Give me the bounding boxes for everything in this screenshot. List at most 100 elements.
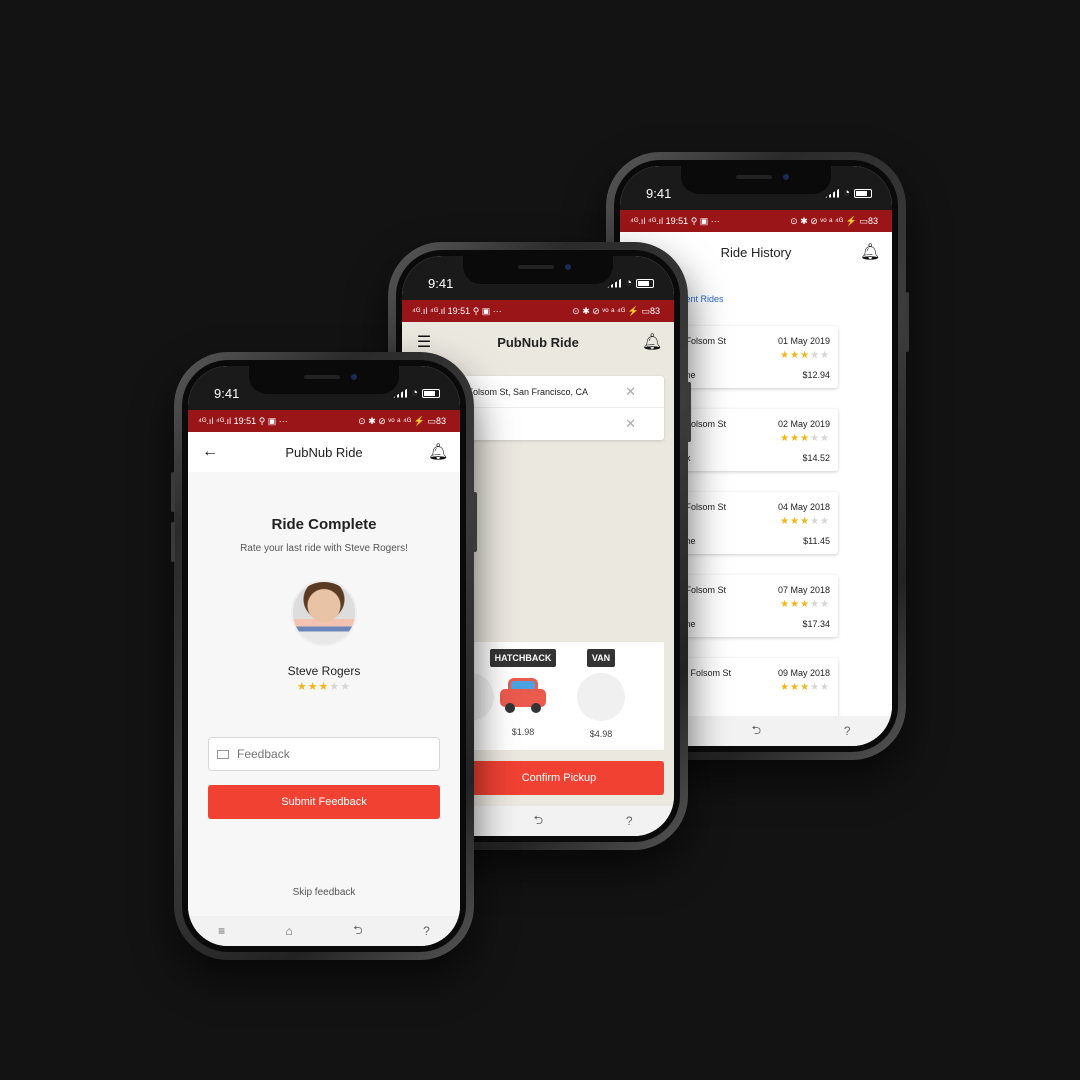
history-card[interactable]: 8 Folsom St 07 May 2018 ★★★★★ ome $17.34 <box>672 575 838 637</box>
car-option-hatchback[interactable]: HATCHBACK $1.98 <box>488 648 558 737</box>
volume-button <box>171 472 175 512</box>
screen: 9:41 ◔ ⁴ᴳ.ıl ⁴ᴳ.ıl 19:51 ⚲ ▣ ··· ⊙ ✱ ⊘ ᵛ… <box>188 366 460 946</box>
car-price: $4.98 <box>589 729 613 739</box>
ride-date: 02 May 2019 <box>777 419 830 429</box>
ride-complete-panel: Ride Complete Rate your last ride with S… <box>188 472 460 916</box>
android-status-left: ⁴ᴳ.ıl ⁴ᴳ.ıl 19:51 ⚲ ▣ ··· <box>630 215 720 226</box>
history-card[interactable]: 8 Folsom St 01 May 2019 ★★★★★ ome $12.94 <box>672 326 838 388</box>
page-title: PubNub Ride <box>497 334 579 350</box>
driver-name: Steve Rogers <box>287 664 361 678</box>
battery-icon <box>636 278 654 288</box>
android-status-bar: ⁴ᴳ.ıl ⁴ᴳ.ıl 19:51 ⚲ ▣ ··· ⊙ ✱ ⊘ ᵛᵒ ᵃ ⁴ᴳ … <box>188 410 460 432</box>
mail-icon <box>217 749 229 759</box>
status-time: 9:41 <box>214 386 240 401</box>
power-button <box>687 382 691 442</box>
back-nav-icon[interactable]: ⮌ <box>751 721 761 742</box>
app-header: ☰ PubNub Ride 🔔︎ <box>402 322 674 362</box>
ride-fare: $11.45 <box>803 536 830 546</box>
ride-fare: $14.52 <box>802 453 830 463</box>
car-options: HATCHBACK $1.98 VAN $4.98 <box>446 642 664 750</box>
android-status-right: ⊙ ✱ ⊘ ᵛᵒ ᵃ ⁴ᴳ ⚡ ▭83 <box>790 215 878 226</box>
confirm-pickup-button[interactable]: Confirm Pickup <box>454 761 664 795</box>
nav-menu-icon[interactable]: ≡ <box>218 924 225 938</box>
ride-complete-title: Ride Complete <box>271 516 377 533</box>
page-title: Ride History <box>720 244 792 260</box>
ride-date: 04 May 2018 <box>777 502 830 512</box>
car-type-label: HATCHBACK <box>489 649 557 667</box>
rating-stars: ★★★★★ <box>780 682 830 693</box>
bell-icon[interactable]: 🔔︎ <box>428 442 448 462</box>
volume-button <box>171 522 175 562</box>
van-icon <box>577 673 625 721</box>
wifi-icon: ◔ <box>625 277 632 289</box>
pickup-address: 5 Folsom St, San Francisco, CA <box>460 386 589 397</box>
rating-stars[interactable]: ★★★★★ <box>188 680 460 693</box>
wifi-icon: ◔ <box>411 387 418 399</box>
bell-icon[interactable]: 🔔︎ <box>642 332 662 352</box>
android-status-left: ⁴ᴳ.ıl ⁴ᴳ.ıl 19:51 ⚲ ▣ ··· <box>198 415 288 426</box>
help-icon[interactable]: ? <box>844 724 851 738</box>
signal-icon <box>825 188 840 198</box>
close-icon[interactable]: ✕ <box>625 384 636 400</box>
address-card: 5 Folsom St, San Francisco, CA ✕ me ✕ <box>454 376 664 440</box>
driver-avatar <box>291 580 357 646</box>
battery-icon <box>854 188 872 198</box>
car-price: $1.98 <box>511 727 535 737</box>
android-nav-bar: ≡ ⌂ ⮌ ? <box>188 916 460 946</box>
ride-fare: $17.34 <box>802 619 830 629</box>
back-nav-icon[interactable]: ⮌ <box>533 811 543 832</box>
wifi-icon: ◔ <box>843 187 850 199</box>
feedback-input[interactable] <box>237 747 431 761</box>
status-time: 9:41 <box>646 186 672 201</box>
rating-stars: ★★★★★ <box>780 516 830 527</box>
ride-fare: $12.94 <box>802 370 830 380</box>
power-button <box>905 292 909 352</box>
history-card[interactable]: 25 Folsom St 09 May 2018 ★★★★★ <box>672 658 838 720</box>
notch <box>249 366 399 394</box>
app-header: ← PubNub Ride 🔔︎ <box>188 432 460 472</box>
ios-status-bar: 9:41 ◔ <box>402 256 674 300</box>
notch <box>681 166 831 194</box>
page-title: PubNub Ride <box>285 444 363 460</box>
android-status-left: ⁴ᴳ.ıl ⁴ᴳ.ıl 19:51 ⚲ ▣ ··· <box>412 305 502 316</box>
car-type-label: VAN <box>586 649 616 667</box>
phone-ride-complete: 9:41 ◔ ⁴ᴳ.ıl ⁴ᴳ.ıl 19:51 ⚲ ▣ ··· ⊙ ✱ ⊘ ᵛ… <box>171 352 477 960</box>
bell-icon[interactable]: 🔔︎ <box>860 242 880 262</box>
hatchback-car-icon <box>498 675 548 715</box>
ride-date: 07 May 2018 <box>777 585 830 595</box>
back-nav-icon[interactable]: ⮌ <box>353 921 363 942</box>
android-status-bar: ⁴ᴳ.ıl ⁴ᴳ.ıl 19:51 ⚲ ▣ ··· ⊙ ✱ ⊘ ᵛᵒ ᵃ ⁴ᴳ … <box>620 210 892 232</box>
ios-status-bar: 9:41 ◔ <box>620 166 892 210</box>
ride-date: 01 May 2019 <box>777 336 830 346</box>
back-arrow-icon[interactable]: ← <box>200 443 220 461</box>
signal-icon <box>607 278 622 288</box>
power-button <box>473 492 477 552</box>
close-icon[interactable]: ✕ <box>625 416 636 432</box>
notch <box>463 256 613 284</box>
rating-stars: ★★★★★ <box>780 433 830 444</box>
signal-icon <box>393 388 408 398</box>
rate-prompt: Rate your last ride with Steve Rogers! <box>240 543 408 554</box>
recent-rides-tab[interactable]: ecent Rides <box>676 294 892 304</box>
rating-stars: ★★★★★ <box>780 350 830 361</box>
history-card[interactable]: 5 Folsom St 02 May 2019 ★★★★★ ork $14.52 <box>672 409 838 471</box>
ios-status-bar: 9:41 ◔ <box>188 366 460 410</box>
dropoff-field[interactable]: me ✕ <box>454 408 664 440</box>
help-icon[interactable]: ? <box>423 924 430 938</box>
rating-stars: ★★★★★ <box>780 599 830 610</box>
pickup-field[interactable]: 5 Folsom St, San Francisco, CA ✕ <box>454 376 664 408</box>
submit-feedback-button[interactable]: Submit Feedback <box>208 785 440 819</box>
hamburger-menu-icon[interactable]: ☰ <box>414 332 434 352</box>
history-card[interactable]: 8 Folsom St 04 May 2018 ★★★★★ ome $11.45 <box>672 492 838 554</box>
android-status-right: ⊙ ✱ ⊘ ᵛᵒ ᵃ ⁴ᴳ ⚡ ▭83 <box>572 305 660 316</box>
car-option-van[interactable]: VAN $4.98 <box>576 648 626 739</box>
android-status-right: ⊙ ✱ ⊘ ᵛᵒ ᵃ ⁴ᴳ ⚡ ▭83 <box>358 415 446 426</box>
skip-feedback-link[interactable]: Skip feedback <box>188 887 460 898</box>
battery-icon <box>422 388 440 398</box>
ride-date: 09 May 2018 <box>777 668 830 678</box>
feedback-field[interactable] <box>208 737 440 771</box>
android-status-bar: ⁴ᴳ.ıl ⁴ᴳ.ıl 19:51 ⚲ ▣ ··· ⊙ ✱ ⊘ ᵛᵒ ᵃ ⁴ᴳ … <box>402 300 674 322</box>
home-icon[interactable]: ⌂ <box>286 924 293 938</box>
status-time: 9:41 <box>428 276 454 291</box>
help-icon[interactable]: ? <box>626 814 633 828</box>
